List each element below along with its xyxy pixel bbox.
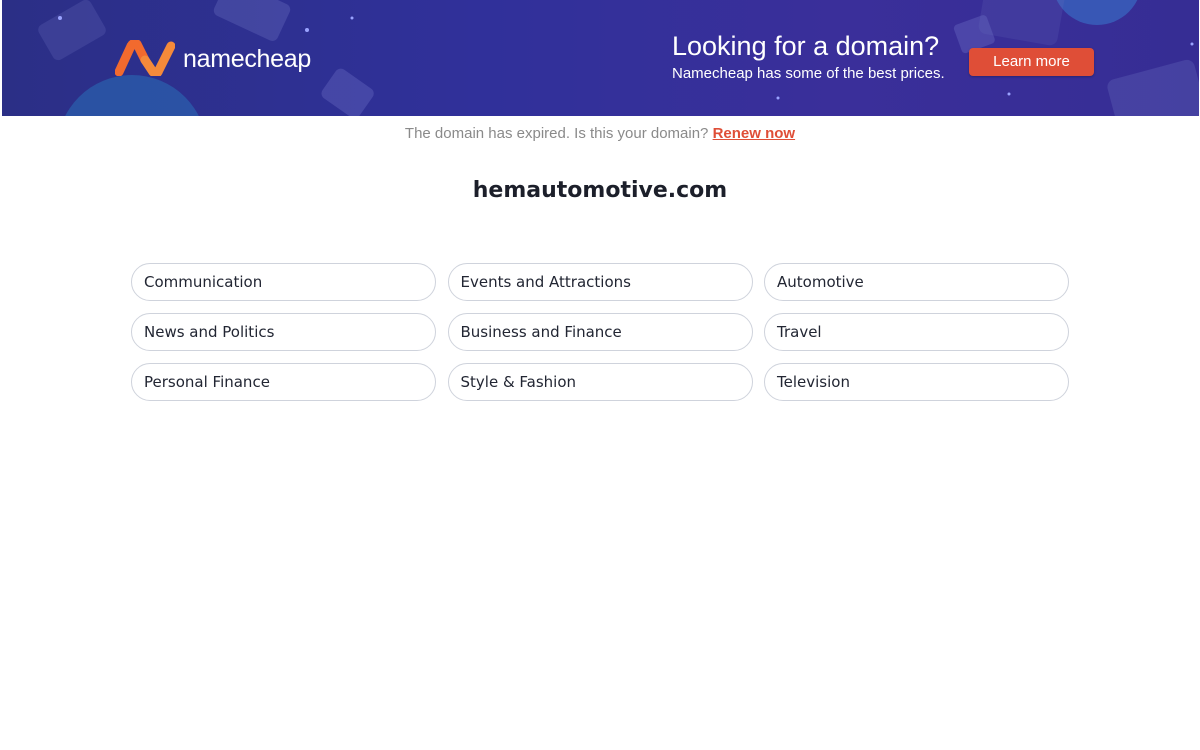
category-link[interactable]: Television — [764, 363, 1069, 401]
category-link[interactable]: Automotive — [764, 263, 1069, 301]
learn-more-button[interactable]: Learn more — [969, 48, 1094, 76]
promo-subtitle: Namecheap has some of the best prices. — [672, 65, 945, 82]
category-link[interactable]: Style & Fashion — [447, 363, 753, 401]
promo-banner: namecheap Looking for a domain? Namechea… — [2, 0, 1199, 116]
category-link[interactable]: Communication — [131, 263, 436, 301]
promo-text: Looking for a domain? Namecheap has some… — [672, 30, 945, 84]
domain-name-heading: hemautomotive.com — [472, 178, 728, 203]
renew-now-link[interactable]: Renew now — [713, 125, 796, 142]
category-grid: Communication Events and Attractions Aut… — [131, 263, 1069, 401]
logo-text: namecheap — [183, 44, 311, 73]
category-link[interactable]: News and Politics — [131, 313, 436, 351]
expired-notice: The domain has expired. Is this your dom… — [0, 124, 1200, 144]
category-link[interactable]: Events and Attractions — [447, 263, 753, 301]
category-link[interactable]: Travel — [764, 313, 1069, 351]
promo-title: Looking for a domain? — [672, 31, 940, 61]
namecheap-logo-icon — [115, 40, 175, 76]
category-link[interactable]: Personal Finance — [131, 363, 436, 401]
expired-notice-text: The domain has expired. Is this your dom… — [404, 125, 709, 142]
category-link[interactable]: Business and Finance — [447, 313, 753, 351]
namecheap-logo[interactable]: namecheap — [115, 40, 311, 76]
